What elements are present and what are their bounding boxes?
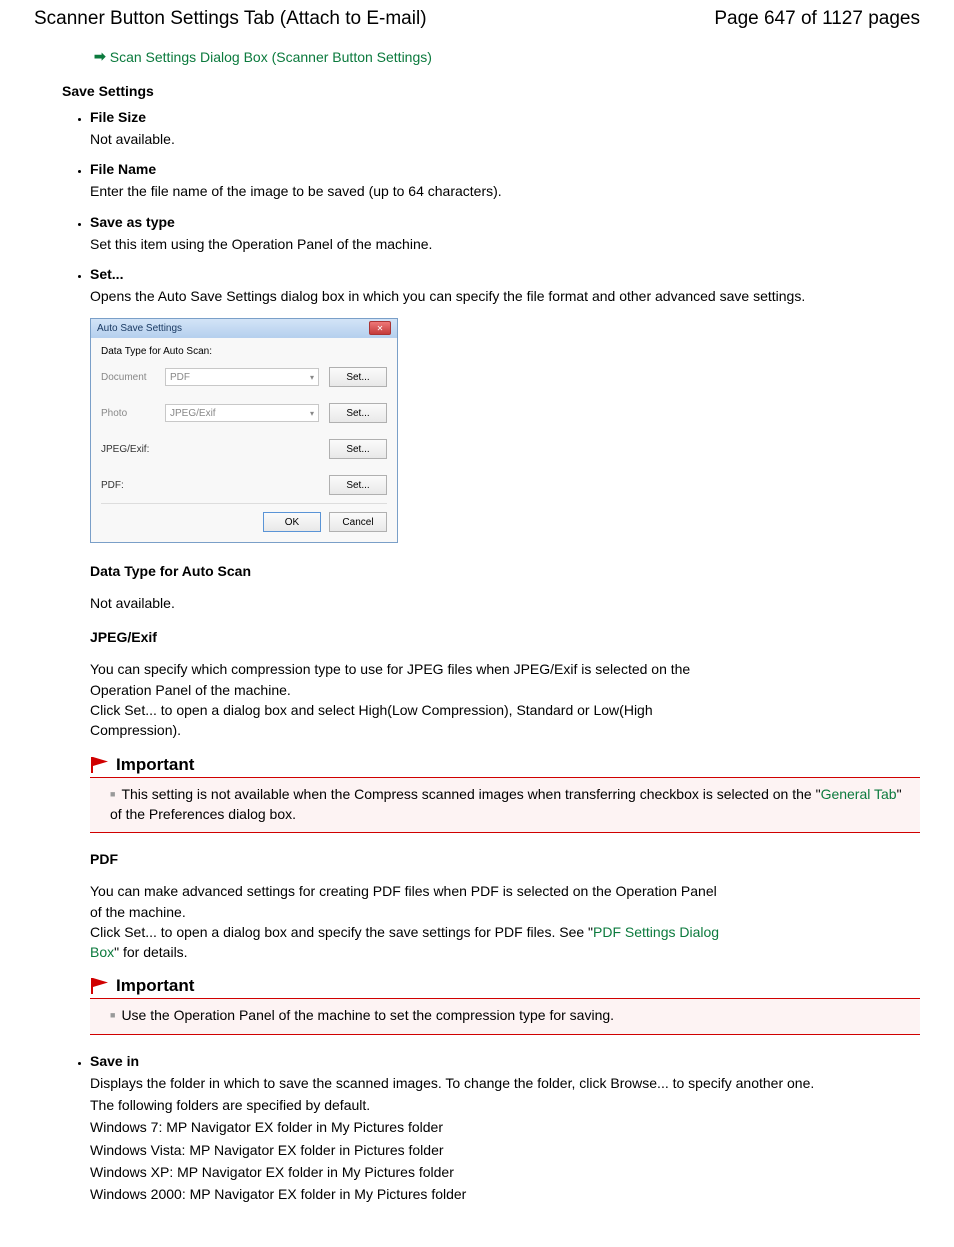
document-select[interactable]: PDF ▾	[165, 368, 319, 386]
document-label: Document	[101, 372, 155, 383]
square-bullet-icon: ■	[110, 1010, 115, 1020]
jpeg-set-button[interactable]: Set...	[329, 439, 387, 459]
file-size-body: Not available.	[90, 129, 920, 149]
jpeg-exif-label: JPEG/Exif:	[101, 444, 155, 455]
important-heading-1: Important	[116, 755, 194, 775]
scan-settings-link[interactable]: Scan Settings Dialog Box (Scanner Button…	[110, 49, 432, 65]
close-button[interactable]: ✕	[369, 321, 391, 335]
important-heading-2: Important	[116, 976, 194, 996]
pdf-label: PDF:	[101, 480, 155, 491]
square-bullet-icon: ■	[110, 789, 115, 799]
general-tab-link[interactable]: General Tab	[821, 786, 897, 802]
important-note-2: Important ■ Use the Operation Panel of th…	[90, 976, 920, 1034]
data-type-body: Not available.	[90, 593, 730, 613]
page-title: Scanner Button Settings Tab (Attach to E…	[34, 8, 427, 30]
pdf-body1: You can make advanced settings for creat…	[90, 881, 730, 922]
jpeg-exif-body2: Click Set... to open a dialog box and se…	[90, 700, 730, 741]
photo-label: Photo	[101, 408, 155, 419]
dialog-title-text: Auto Save Settings	[97, 323, 182, 334]
set-title: Set...	[90, 266, 920, 282]
pdf-body2: Click Set... to open a dialog box and sp…	[90, 922, 730, 963]
data-type-heading: Data Type for Auto Scan	[90, 563, 730, 579]
important-note-1: Important ■ This setting is not available…	[90, 755, 920, 834]
save-in-title: Save in	[90, 1053, 920, 1069]
related-link-row: ➡ Scan Settings Dialog Box (Scanner Butt…	[94, 48, 920, 65]
save-settings-heading: Save Settings	[62, 83, 920, 99]
data-type-label: Data Type for Auto Scan:	[101, 346, 387, 357]
item-file-size: File Size Not available.	[90, 109, 920, 149]
file-size-title: File Size	[90, 109, 920, 125]
item-file-name: File Name Enter the file name of the ima…	[90, 161, 920, 201]
important-2-text: Use the Operation Panel of the machine t…	[121, 1007, 614, 1023]
chevron-down-icon: ▾	[310, 373, 314, 382]
jpeg-exif-heading: JPEG/Exif	[90, 629, 730, 645]
important-1-text-pre: This setting is not available when the C…	[121, 786, 820, 802]
save-in-p2: The following folders are specified by d…	[90, 1095, 920, 1115]
ok-button[interactable]: OK	[263, 512, 321, 532]
auto-save-settings-dialog: Auto Save Settings ✕ Data Type for Auto …	[90, 318, 398, 543]
flag-icon	[90, 977, 112, 995]
page-counter: Page 647 of 1127 pages	[714, 8, 920, 30]
photo-select[interactable]: JPEG/Exif ▾	[165, 404, 319, 422]
jpeg-exif-body1: You can specify which compression type t…	[90, 659, 730, 700]
file-name-title: File Name	[90, 161, 920, 177]
item-set: Set... Opens the Auto Save Settings dial…	[90, 266, 920, 306]
save-as-type-title: Save as type	[90, 214, 920, 230]
item-save-as-type: Save as type Set this item using the Ope…	[90, 214, 920, 254]
cancel-button[interactable]: Cancel	[329, 512, 387, 532]
pdf-body2-pre: Click Set... to open a dialog box and sp…	[90, 924, 593, 940]
close-icon: ✕	[377, 324, 384, 333]
save-in-p5: Windows XP: MP Navigator EX folder in My…	[90, 1162, 920, 1182]
save-in-p1: Displays the folder in which to save the…	[90, 1073, 920, 1093]
set-body: Opens the Auto Save Settings dialog box …	[90, 286, 920, 306]
save-in-p3: Windows 7: MP Navigator EX folder in My …	[90, 1117, 920, 1137]
arrow-right-icon: ➡	[94, 48, 106, 65]
document-set-button[interactable]: Set...	[329, 367, 387, 387]
photo-set-button[interactable]: Set...	[329, 403, 387, 423]
flag-icon	[90, 756, 112, 774]
item-save-in: Save in Displays the folder in which to …	[90, 1053, 920, 1205]
pdf-body2-post: " for details.	[114, 944, 187, 960]
pdf-heading: PDF	[90, 851, 730, 867]
save-in-p4: Windows Vista: MP Navigator EX folder in…	[90, 1140, 920, 1160]
pdf-set-button[interactable]: Set...	[329, 475, 387, 495]
file-name-body: Enter the file name of the image to be s…	[90, 181, 920, 201]
save-in-p6: Windows 2000: MP Navigator EX folder in …	[90, 1184, 920, 1204]
save-as-type-body: Set this item using the Operation Panel …	[90, 234, 920, 254]
document-select-value: PDF	[170, 372, 190, 383]
chevron-down-icon: ▾	[310, 409, 314, 418]
photo-select-value: JPEG/Exif	[170, 408, 216, 419]
